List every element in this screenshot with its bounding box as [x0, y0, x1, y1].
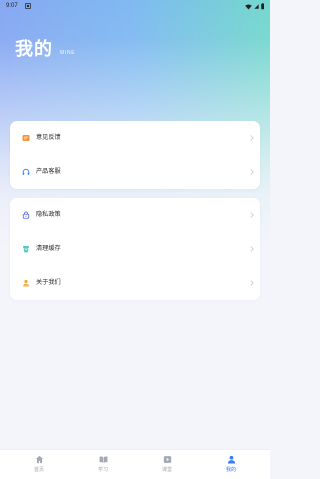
tab-home[interactable]: 首页: [7, 450, 71, 479]
status-time: 9:07: [6, 3, 18, 9]
chevron-right-icon: [250, 280, 254, 286]
menu-item-feedback[interactable]: 意见反馈: [10, 121, 260, 155]
tab-mine[interactable]: 我的: [199, 450, 263, 479]
page-subtitle: MINE: [60, 50, 76, 56]
tab-classroom[interactable]: 课堂: [135, 450, 199, 479]
status-bar: 9:07: [0, 0, 270, 13]
notification-icon: [25, 3, 31, 9]
menu-card-support: 意见反馈 产品客服: [10, 121, 260, 189]
user-icon: [227, 455, 235, 464]
menu-card-settings: 隐私政策 清理缓存 关于我们: [10, 198, 260, 300]
wifi-icon: [244, 4, 252, 10]
headset-icon: [22, 168, 30, 176]
bottom-tab-bar: 首页 学习 课堂 我的: [0, 449, 270, 479]
headset-icon-graphic: [22, 168, 30, 175]
tab-label: 我的: [225, 467, 236, 473]
feedback-icon: [22, 134, 30, 142]
chevron-right-icon: [250, 212, 254, 218]
home-icon: [35, 455, 43, 464]
menu-item-clear-cache[interactable]: 清理缓存: [10, 232, 260, 266]
status-icons: [244, 3, 265, 10]
tab-label: 首页: [33, 467, 44, 473]
privacy-lock-icon: [22, 211, 30, 219]
menu-item-label: 产品客服: [36, 168, 61, 175]
privacy-lock-icon-graphic: [22, 211, 30, 219]
tab-label: 课堂: [161, 467, 172, 473]
page-title: 我的: [15, 39, 53, 59]
menu-item-label: 关于我们: [36, 279, 61, 286]
menu-item-customer-service[interactable]: 产品客服: [10, 155, 260, 189]
chevron-right-icon: [250, 169, 254, 175]
menu-item-privacy-policy[interactable]: 隐私政策: [10, 198, 260, 232]
menu-item-about-us[interactable]: 关于我们: [10, 266, 260, 300]
clear-cache-icon-graphic: [23, 246, 29, 253]
book-icon: [99, 456, 107, 463]
tab-label: 学习: [97, 467, 108, 473]
menu-item-label: 清理缓存: [36, 245, 61, 252]
menu-item-label: 隐私政策: [36, 211, 61, 218]
signal-icon: [253, 4, 259, 9]
about-us-icon-graphic: [23, 279, 29, 287]
feedback-icon-graphic: [22, 135, 30, 141]
clear-cache-icon: [22, 245, 30, 253]
tab-study[interactable]: 学习: [71, 450, 135, 479]
chevron-right-icon: [250, 135, 254, 141]
chevron-right-icon: [250, 246, 254, 252]
battery-icon: [260, 3, 264, 10]
about-us-icon: [22, 279, 30, 287]
menu-item-label: 意见反馈: [36, 134, 61, 141]
play-icon: [163, 456, 171, 463]
